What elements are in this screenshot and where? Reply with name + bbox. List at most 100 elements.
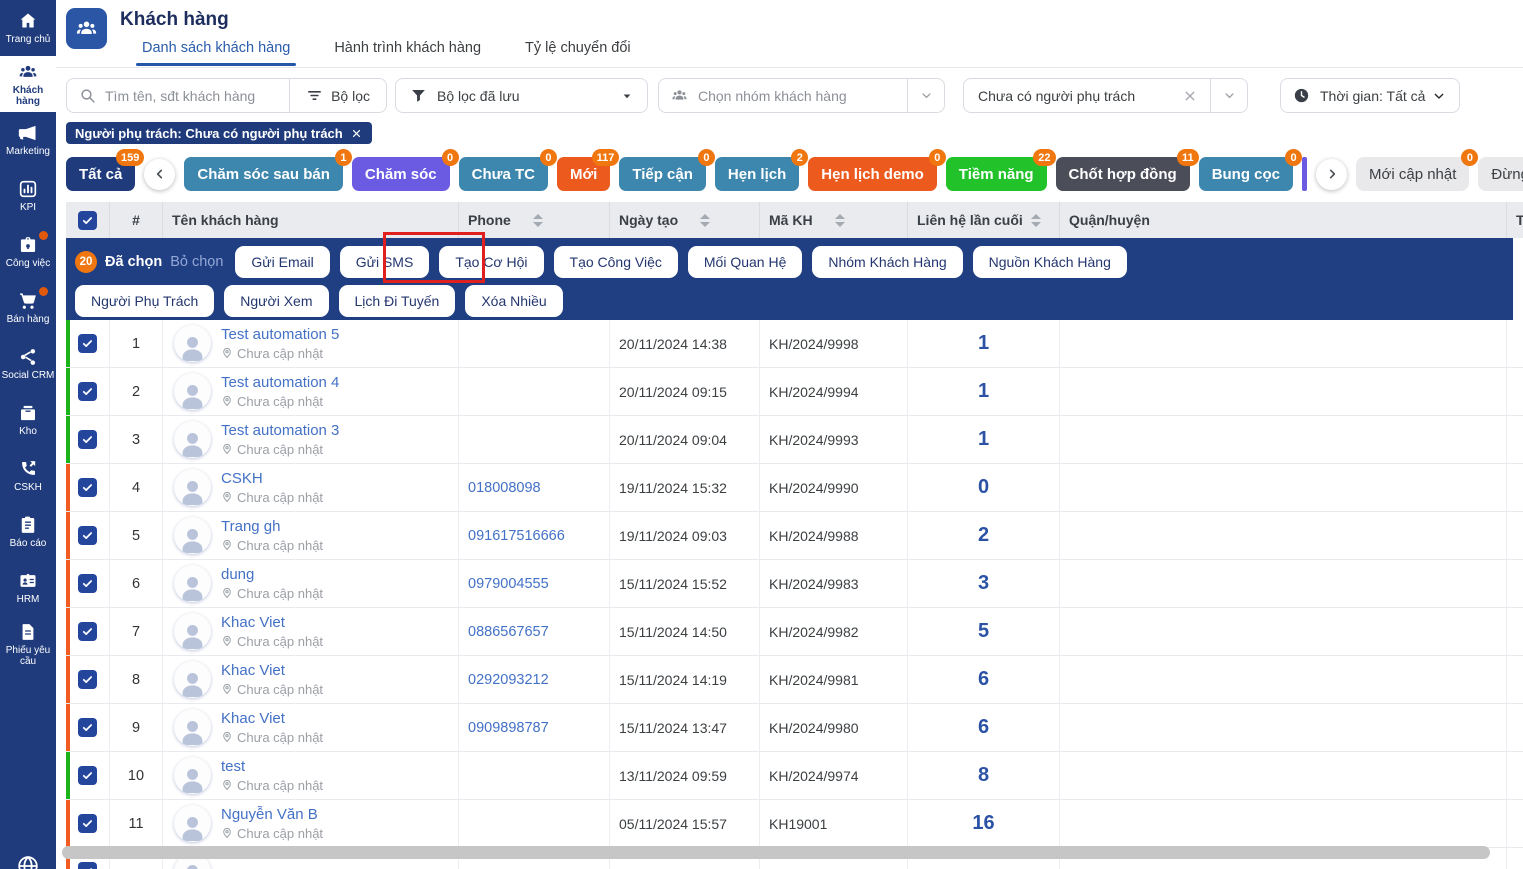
table-row[interactable]: 11 Nguyễn Văn B Chưa cập nhật 05/11/2024…: [66, 800, 1523, 848]
deselect-button[interactable]: Bỏ chọn: [170, 254, 223, 270]
status-tab[interactable]: Mới cập nhật 0: [1356, 157, 1469, 191]
customer-name[interactable]: Trang gh: [221, 518, 323, 535]
row-checkbox[interactable]: [78, 670, 97, 689]
toolbar-button[interactable]: Xóa Nhiều: [465, 285, 562, 317]
customer-phone[interactable]: [459, 416, 610, 463]
row-checkbox[interactable]: [78, 382, 97, 401]
toolbar-button[interactable]: Gửi SMS: [340, 246, 430, 278]
row-checkbox[interactable]: [78, 622, 97, 641]
sidebar-item[interactable]: KPI: [0, 168, 56, 224]
table-row[interactable]: 2 Test automation 4 Chưa cập nhật 20/11/…: [66, 368, 1523, 416]
column-header-code[interactable]: Mã KH: [760, 202, 908, 238]
customer-phone[interactable]: [459, 368, 610, 415]
status-tab[interactable]: Tiềm năng 22: [946, 157, 1047, 191]
row-checkbox[interactable]: [78, 574, 97, 593]
sidebar-item[interactable]: CSKH: [0, 448, 56, 504]
time-filter-dropdown[interactable]: Thời gian: Tất cả: [1280, 78, 1460, 113]
toolbar-button[interactable]: Gửi Email: [235, 246, 329, 278]
search-input[interactable]: [105, 88, 289, 104]
table-row[interactable]: 4 CSKH Chưa cập nhật 018008098 19/11/202…: [66, 464, 1523, 512]
toolbar-button[interactable]: Lịch Đi Tuyến: [339, 285, 456, 317]
page-tab[interactable]: Danh sách khách hàng: [142, 40, 290, 66]
sidebar-item[interactable]: Khách hàng: [0, 56, 56, 112]
toolbar-button[interactable]: Tạo Công Việc: [554, 246, 678, 278]
sidebar-item[interactable]: Kho: [0, 392, 56, 448]
select-all-checkbox[interactable]: [78, 211, 97, 230]
customer-name[interactable]: Khac Viet: [221, 710, 323, 727]
column-header-index[interactable]: #: [110, 202, 163, 238]
customer-group-select[interactable]: Chọn nhóm khách hàng: [658, 78, 945, 113]
row-checkbox[interactable]: [78, 478, 97, 497]
column-header-district[interactable]: Quận/huyện: [1060, 202, 1507, 238]
table-row[interactable]: 9 Khac Viet Chưa cập nhật 0909898787 15/…: [66, 704, 1523, 752]
status-tab-all[interactable]: Tất cả 159: [66, 157, 135, 191]
table-row[interactable]: 7 Khac Viet Chưa cập nhật 0886567657 15/…: [66, 608, 1523, 656]
table-row[interactable]: 3 Test automation 3 Chưa cập nhật 20/11/…: [66, 416, 1523, 464]
customer-name[interactable]: dung: [221, 566, 323, 583]
filter-button[interactable]: Bộ lọc: [290, 79, 386, 112]
sort-icon[interactable]: [835, 214, 845, 227]
saved-filter-dropdown[interactable]: Bộ lọc đã lưu: [395, 78, 648, 113]
row-checkbox[interactable]: [78, 814, 97, 833]
sidebar-item[interactable]: Công việc: [0, 224, 56, 280]
status-tab[interactable]: Đừng quên 147: [1478, 157, 1523, 191]
customer-name[interactable]: CSKH: [221, 470, 323, 487]
row-checkbox[interactable]: [78, 862, 97, 869]
status-tab[interactable]: Bung cọc 0: [1199, 157, 1293, 191]
customer-phone[interactable]: 0909898787: [459, 704, 610, 751]
customer-name[interactable]: Nguyễn Văn B: [221, 806, 323, 823]
column-header-name[interactable]: Tên khách hàng: [163, 202, 459, 238]
customer-phone[interactable]: [459, 320, 610, 367]
row-checkbox[interactable]: [78, 718, 97, 737]
clear-icon[interactable]: [1182, 88, 1198, 104]
sort-icon[interactable]: [1031, 214, 1041, 227]
row-checkbox[interactable]: [78, 430, 97, 449]
table-row[interactable]: 8 Khac Viet Chưa cập nhật 0292093212 15/…: [66, 656, 1523, 704]
customer-phone[interactable]: 0886567657: [459, 608, 610, 655]
status-tab[interactable]: Hẹn lịch 2: [715, 157, 799, 191]
toolbar-button[interactable]: Người Xem: [224, 285, 328, 317]
toolbar-button[interactable]: Tạo Cơ Hội: [439, 246, 543, 278]
customer-phone[interactable]: 091617516666: [459, 512, 610, 559]
table-row[interactable]: 6 dung Chưa cập nhật 0979004555 15/11/20…: [66, 560, 1523, 608]
status-tab[interactable]: Chăm sóc sau bán 1: [184, 157, 343, 191]
customer-phone[interactable]: 018008098: [459, 464, 610, 511]
scroll-right-button[interactable]: [1316, 159, 1347, 190]
customer-name[interactable]: test: [221, 758, 323, 775]
customer-name[interactable]: Khac Viet: [221, 614, 323, 631]
column-header-truncated[interactable]: T: [1507, 202, 1523, 238]
customer-phone[interactable]: 0979004555: [459, 560, 610, 607]
customer-name[interactable]: Test automation 4: [221, 374, 339, 391]
table-row[interactable]: 10 test Chưa cập nhật 13/11/2024 09:59 K…: [66, 752, 1523, 800]
sidebar-item[interactable]: Marketing: [0, 112, 56, 168]
column-header-phone[interactable]: Phone: [459, 202, 610, 238]
table-row[interactable]: 1 Test automation 5 Chưa cập nhật 20/11/…: [66, 320, 1523, 368]
status-tab[interactable]: Tiếp cận 0: [619, 157, 706, 191]
column-header-created[interactable]: Ngày tạo: [610, 202, 760, 238]
column-header-last-contact[interactable]: Liên hệ lần cuối: [908, 202, 1060, 238]
sort-icon[interactable]: [533, 214, 543, 227]
horizontal-scrollbar[interactable]: [62, 846, 1490, 859]
customer-phone[interactable]: 0292093212: [459, 656, 610, 703]
status-tab[interactable]: Chốt hợp đồng 11: [1056, 157, 1190, 191]
customer-phone[interactable]: [459, 800, 610, 847]
page-tab[interactable]: Hành trình khách hàng: [334, 40, 481, 66]
toolbar-button[interactable]: Nhóm Khách Hàng: [812, 246, 962, 278]
row-checkbox[interactable]: [78, 526, 97, 545]
toolbar-button[interactable]: Người Phụ Trách: [75, 285, 214, 317]
toolbar-button[interactable]: Mối Quan Hệ: [688, 246, 802, 278]
page-tab[interactable]: Tỷ lệ chuyển đổi: [525, 40, 631, 66]
customer-name[interactable]: Test automation 5: [221, 326, 339, 343]
table-row[interactable]: 5 Trang gh Chưa cập nhật 091617516666 19…: [66, 512, 1523, 560]
status-tab[interactable]: Hẹn lịch demo 0: [808, 157, 937, 191]
toolbar-button[interactable]: Nguồn Khách Hàng: [973, 246, 1127, 278]
status-tab[interactable]: Chưa TC 0: [459, 157, 548, 191]
sidebar-item[interactable]: Phiếu yêu cầu: [0, 616, 56, 672]
sidebar-item[interactable]: Báo cáo: [0, 504, 56, 560]
globe-icon[interactable]: [16, 854, 40, 869]
customer-name[interactable]: Khac Viet: [221, 662, 323, 679]
row-checkbox[interactable]: [78, 766, 97, 785]
sidebar-item[interactable]: Trang chủ: [0, 0, 56, 56]
assignee-filter-select[interactable]: Chưa có người phụ trách: [963, 78, 1248, 113]
status-tab[interactable]: Mới 117: [557, 157, 610, 191]
